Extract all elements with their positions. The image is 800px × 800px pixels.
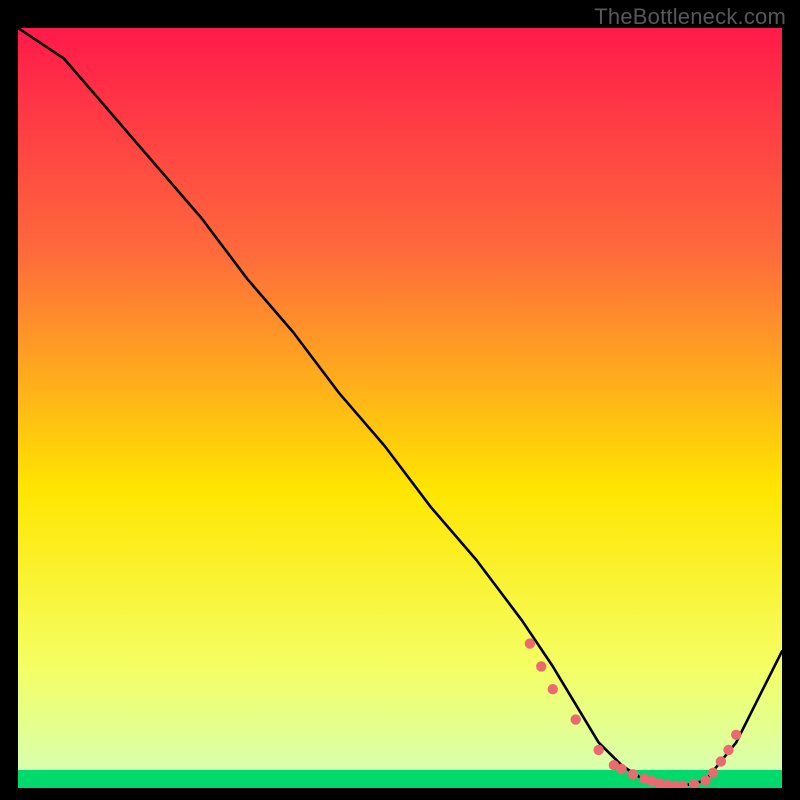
marker-dot — [716, 756, 726, 766]
marker-dot — [708, 768, 718, 778]
marker-dot — [700, 775, 710, 785]
marker-dot — [628, 769, 638, 779]
marker-dot — [548, 684, 558, 694]
bottleneck-chart — [18, 28, 782, 788]
marker-dot — [731, 730, 741, 740]
chart-container: { "watermark": "TheBottleneck.com", "col… — [0, 0, 800, 800]
watermark-text: TheBottleneck.com — [594, 4, 786, 30]
marker-dot — [593, 745, 603, 755]
marker-dot — [525, 638, 535, 648]
marker-dot — [723, 745, 733, 755]
marker-dot — [616, 764, 626, 774]
marker-dot — [536, 661, 546, 671]
marker-dot — [571, 714, 581, 724]
